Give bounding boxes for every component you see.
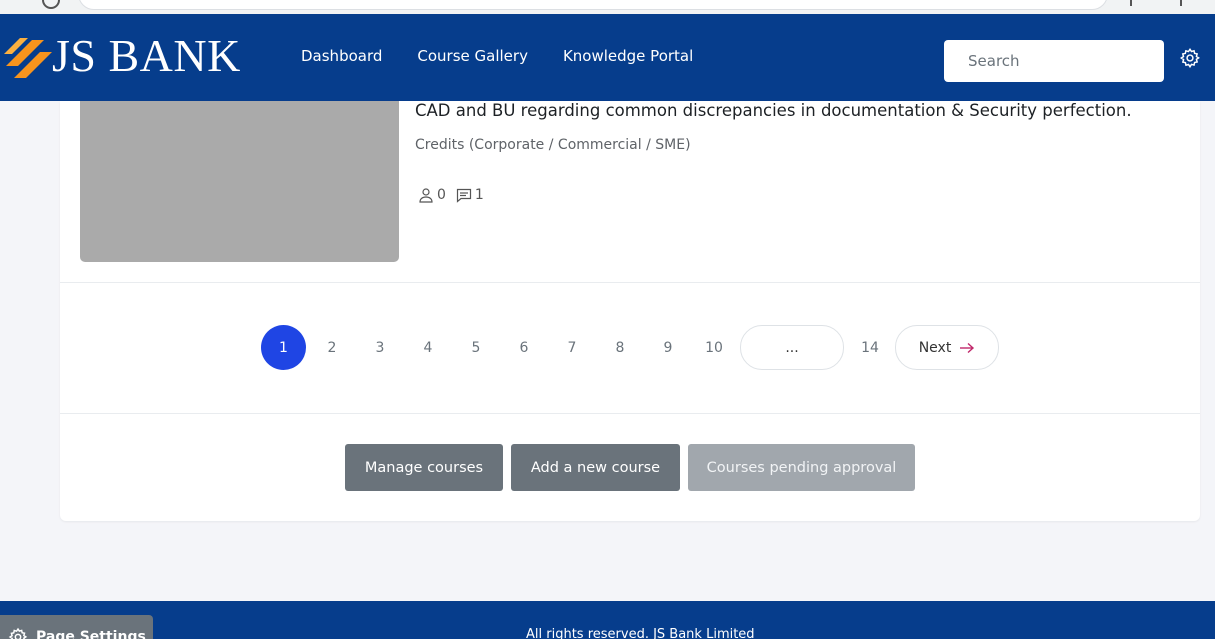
user-icon [419, 188, 433, 203]
course-card: CAD and BU regarding common discrepancie… [60, 101, 1200, 521]
top-navbar: JS BANK Dashboard Course Gallery Knowled… [0, 14, 1215, 101]
page-link-3[interactable]: 3 [367, 325, 393, 370]
page-link-7[interactable]: 7 [559, 325, 585, 370]
page-settings-button[interactable]: Page Settings [0, 615, 153, 639]
comment-icon [456, 188, 472, 203]
address-bar[interactable] [78, 0, 1108, 10]
gear-icon[interactable] [1179, 47, 1201, 69]
comments-count: 1 [474, 187, 484, 203]
profile-icon[interactable] [1180, 0, 1190, 6]
page-link-1[interactable]: 1 [261, 325, 306, 370]
footer-copyright: All rights reserved. JS Bank Limited [526, 627, 755, 639]
courses-pending-approval-button[interactable]: Courses pending approval [688, 444, 915, 491]
nav-knowledge-portal[interactable]: Knowledge Portal [563, 47, 693, 65]
search-input[interactable] [944, 40, 1164, 82]
page-link-4[interactable]: 4 [415, 325, 441, 370]
js-bank-logo[interactable]: JS BANK [4, 30, 264, 82]
course-title[interactable]: CAD and BU regarding common discrepancie… [415, 101, 1175, 120]
page-link-14[interactable]: 14 [855, 325, 885, 370]
page-link-2[interactable]: 2 [319, 325, 345, 370]
page-link-10[interactable]: 10 [699, 325, 729, 370]
next-page-button[interactable]: Next [895, 325, 999, 370]
next-label: Next [918, 339, 952, 356]
course-stats: 0 1 [418, 187, 494, 203]
participants-stat: 0 [418, 187, 446, 203]
page-link-5[interactable]: 5 [463, 325, 489, 370]
arrow-right-icon [960, 342, 975, 353]
page-link-9[interactable]: 9 [655, 325, 681, 370]
reload-icon[interactable] [42, 0, 60, 9]
page-link-8[interactable]: 8 [607, 325, 633, 370]
extension-icon[interactable] [1130, 0, 1140, 6]
divider [60, 413, 1200, 414]
browser-toolbar [0, 0, 1215, 14]
page-link-6[interactable]: 6 [511, 325, 537, 370]
page-footer: All rights reserved. JS Bank Limited [0, 601, 1215, 639]
divider [60, 282, 1200, 283]
course-thumbnail[interactable] [80, 101, 399, 262]
main-nav: Dashboard Course Gallery Knowledge Porta… [301, 47, 693, 65]
participants-count: 0 [437, 187, 446, 203]
logo-stripes-icon [4, 38, 52, 78]
logo-text: JS BANK [52, 30, 241, 81]
add-new-course-button[interactable]: Add a new course [511, 444, 680, 491]
course-category: Credits (Corporate / Commercial / SME) [415, 137, 691, 153]
nav-dashboard[interactable]: Dashboard [301, 47, 382, 65]
page-ellipsis[interactable]: ... [740, 325, 844, 370]
page-settings-label: Page Settings [36, 629, 146, 639]
comments-stat: 1 [456, 187, 484, 203]
manage-courses-button[interactable]: Manage courses [345, 444, 503, 491]
gear-icon [8, 627, 28, 639]
nav-course-gallery[interactable]: Course Gallery [417, 47, 528, 65]
